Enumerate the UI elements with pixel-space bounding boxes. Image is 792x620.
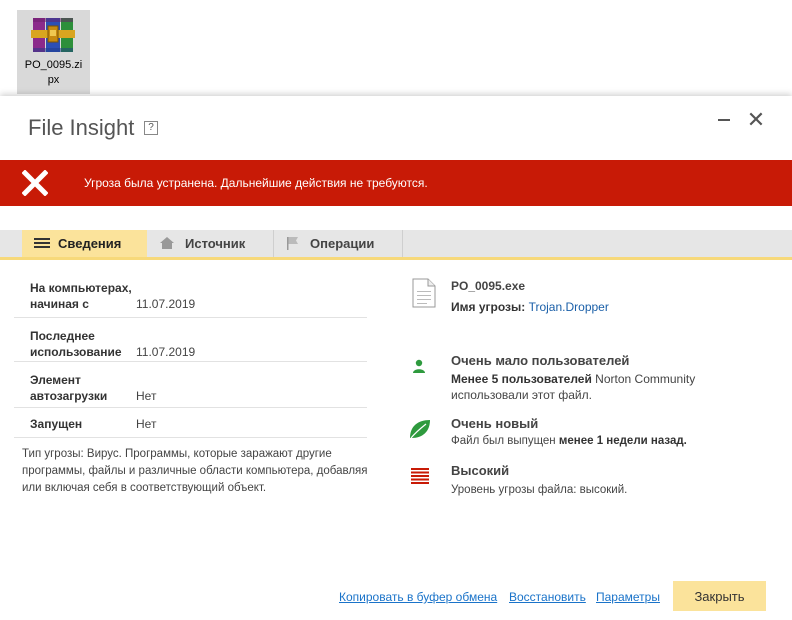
users-line1: Менее 5 пользователей Norton Community bbox=[451, 371, 695, 387]
table-row: На компьютерах, начиная с 11.07.2019 bbox=[14, 270, 367, 318]
home-icon bbox=[160, 237, 174, 249]
minimize-button[interactable] bbox=[712, 108, 736, 132]
user-icon bbox=[413, 359, 425, 373]
detail-key: Запущен bbox=[30, 417, 83, 431]
risk-title: Высокий bbox=[451, 463, 510, 478]
tab-details[interactable]: Сведения bbox=[22, 230, 147, 257]
details-table: На компьютерах, начиная с 11.07.2019 Посл… bbox=[14, 270, 367, 438]
leaf-icon bbox=[410, 420, 430, 439]
banner-text: Угроза была устранена. Дальнейшие действ… bbox=[84, 176, 428, 190]
table-row: Запущен Нет bbox=[14, 408, 367, 438]
copy-to-clipboard-link[interactable]: Копировать в буфер обмена bbox=[339, 590, 497, 604]
detail-key: На компьютерах, начиная с bbox=[30, 281, 132, 311]
risk-text: Уровень угрозы файла: высокий. bbox=[451, 484, 628, 496]
tab-operations-label: Операции bbox=[310, 236, 375, 251]
desktop: PO_0095.zipx bbox=[0, 0, 792, 100]
help-button[interactable]: ? bbox=[144, 121, 158, 135]
risk-level-icon bbox=[411, 468, 429, 484]
file-insight-dialog: File Insight ? ✕ Угроза была устранена. … bbox=[0, 96, 792, 620]
threat-name-line: Имя угрозы: Trojan.Dropper bbox=[451, 299, 609, 315]
table-row: Элемент автозагрузки Нет bbox=[14, 362, 367, 408]
file-name: PO_0095.exe bbox=[451, 279, 526, 293]
age-prefix: Файл был выпущен bbox=[451, 435, 559, 447]
users-community: Norton Community bbox=[591, 372, 696, 386]
close-window-button[interactable]: ✕ bbox=[744, 108, 768, 132]
detail-value: Нет bbox=[136, 417, 157, 431]
table-row: Последнее использование 11.07.2019 bbox=[14, 318, 367, 362]
detail-key: Элемент автозагрузки bbox=[30, 373, 108, 403]
minimize-icon bbox=[718, 119, 730, 121]
dialog-title: File Insight bbox=[28, 115, 135, 140]
close-button[interactable]: Закрыть bbox=[673, 581, 766, 611]
threat-name-label: Имя угрозы: bbox=[451, 300, 526, 314]
threat-description: Тип угрозы: Вирус. Программы, которые за… bbox=[22, 448, 368, 494]
restore-link[interactable]: Восстановить bbox=[509, 590, 586, 604]
threat-banner: Угроза была устранена. Дальнейшие действ… bbox=[0, 160, 792, 206]
tab-bar: Сведения Источник Операции bbox=[0, 230, 792, 260]
winrar-archive-icon bbox=[31, 18, 75, 52]
settings-link[interactable]: Параметры bbox=[596, 590, 660, 604]
tab-source-label: Источник bbox=[185, 236, 246, 251]
flag-icon bbox=[287, 237, 298, 250]
age-value: менее 1 недели назад. bbox=[558, 435, 687, 447]
tab-divider bbox=[402, 230, 403, 257]
threat-x-icon bbox=[22, 170, 48, 196]
users-title: Очень мало пользователей bbox=[451, 353, 630, 368]
users-line2: использовали этот файл. bbox=[451, 388, 592, 402]
desktop-file-icon[interactable]: PO_0095.zipx bbox=[17, 10, 90, 94]
age-line: Файл был выпущен менее 1 недели назад. bbox=[451, 433, 687, 449]
tab-operations[interactable]: Операции bbox=[274, 230, 402, 257]
users-count: Менее 5 пользователей bbox=[451, 372, 592, 386]
detail-key: Последнее использование bbox=[30, 329, 122, 359]
file-document-icon bbox=[412, 278, 436, 308]
detail-value: Нет bbox=[136, 389, 157, 403]
age-title: Очень новый bbox=[451, 416, 539, 431]
detail-value: 11.07.2019 bbox=[136, 345, 196, 359]
tab-details-label: Сведения bbox=[58, 236, 122, 251]
threat-name-link[interactable]: Trojan.Dropper bbox=[529, 300, 609, 314]
detail-value: 11.07.2019 bbox=[136, 297, 196, 311]
desktop-file-label: PO_0095.zipx bbox=[24, 59, 83, 86]
list-icon bbox=[34, 238, 50, 248]
tab-source[interactable]: Источник bbox=[147, 230, 273, 257]
